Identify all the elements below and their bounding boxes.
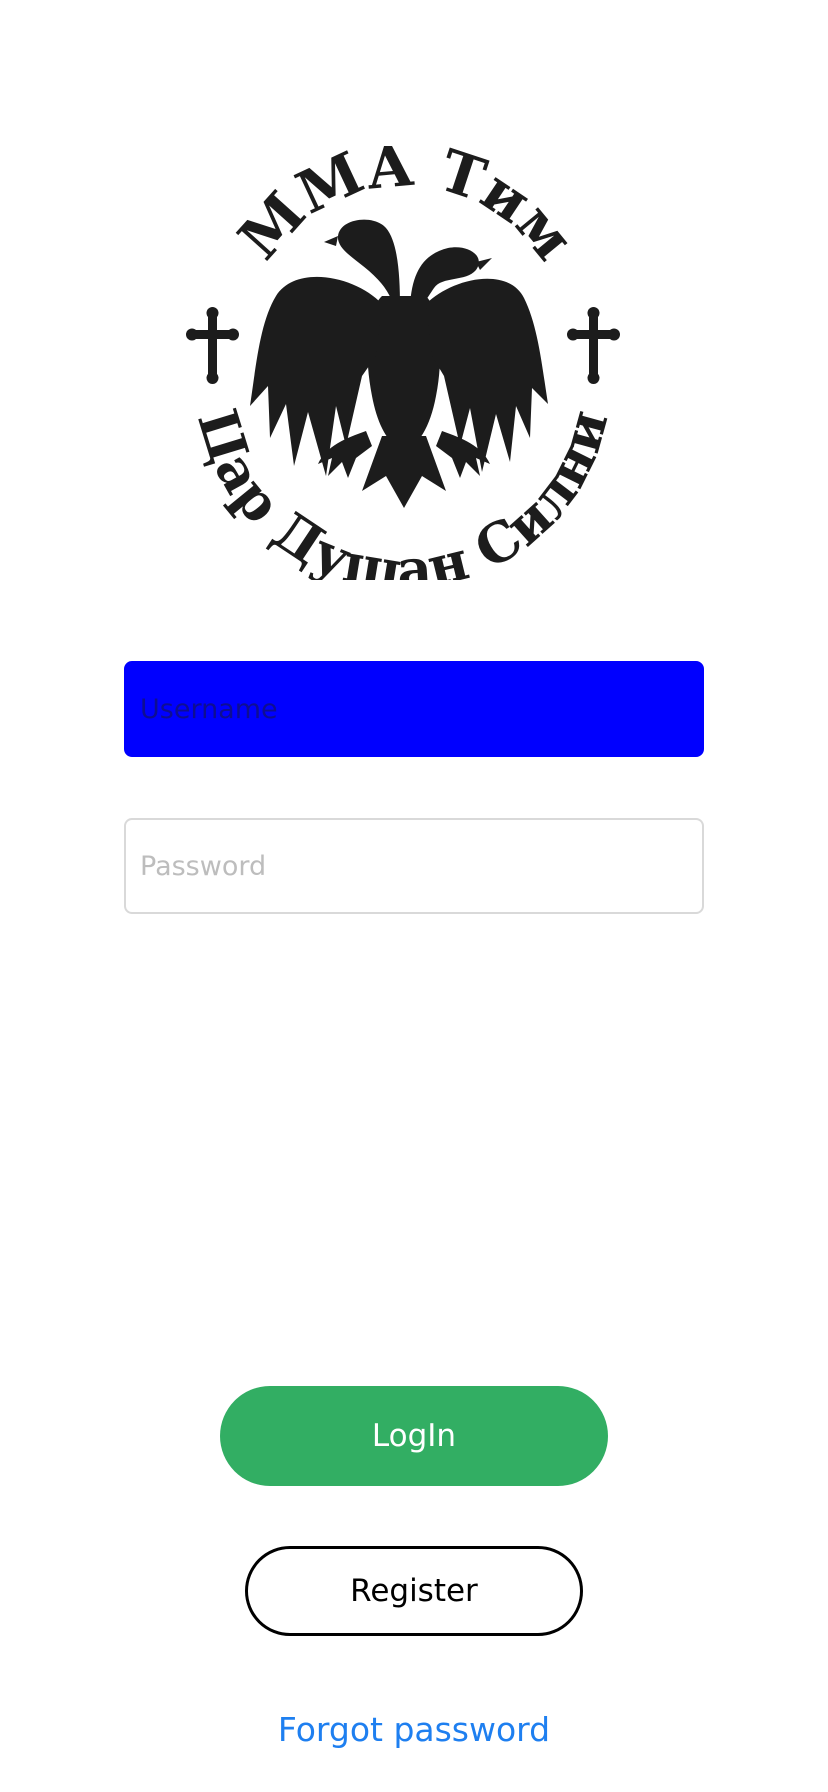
left-cross-icon: [186, 307, 239, 384]
password-input[interactable]: [124, 818, 704, 914]
register-button-label: Register: [350, 1573, 478, 1609]
club-logo-graphic: ММА Тим Цар Душан Силни: [186, 146, 620, 580]
login-button[interactable]: LogIn: [220, 1386, 608, 1486]
forgot-password-link[interactable]: Forgot password: [0, 1710, 828, 1749]
register-button[interactable]: Register: [245, 1546, 583, 1636]
right-cross-icon: [567, 307, 620, 384]
logo-top-text: ММА Тим: [225, 146, 587, 273]
double-headed-eagle-icon: [250, 219, 548, 508]
login-button-label: LogIn: [371, 1418, 457, 1454]
login-screen: ММА Тим Цар Душан Силни Username LogIn R…: [0, 0, 828, 1792]
club-logo: ММА Тим Цар Душан Силни: [186, 146, 620, 580]
username-input[interactable]: [124, 661, 704, 757]
